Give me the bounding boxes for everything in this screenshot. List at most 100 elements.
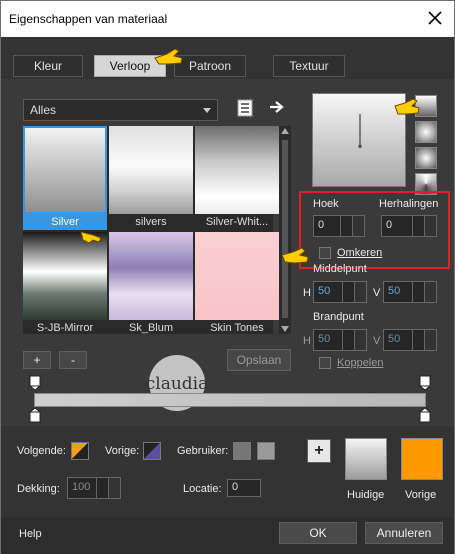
hoek-value: 0 — [318, 219, 325, 231]
spinner-arrows-icon[interactable] — [412, 216, 424, 236]
gradient-category-value: Alles — [30, 103, 57, 117]
hoek-spinner[interactable]: 0 — [313, 215, 365, 237]
gradient-item-sk-blum[interactable]: Sk_Blum — [109, 232, 193, 336]
middelpunt-v-label: V — [373, 287, 381, 299]
gradient-swatch — [25, 128, 105, 212]
gradient-label: S-JB-Mirror — [36, 322, 94, 334]
opacity-stop-icon[interactable] — [29, 407, 41, 423]
gradient-label: silvers — [135, 216, 167, 228]
gradient-item-s-jb-mirror[interactable]: S-JB-Mirror — [23, 232, 107, 336]
brandpunt-h-label: H — [303, 335, 311, 347]
rectangular-style-button[interactable] — [415, 121, 437, 143]
gebruiker-swatch-2[interactable] — [257, 442, 275, 460]
volgende-label: Volgende: — [17, 445, 66, 457]
radial-style-button[interactable] — [415, 147, 437, 169]
middelpunt-v-spinner[interactable]: 50 — [383, 281, 437, 303]
svg-text:claudia: claudia — [146, 374, 209, 394]
herhalingen-label: Herhalingen — [379, 198, 439, 210]
dekking-value: 100 — [72, 481, 91, 493]
scrollbar-thumb[interactable] — [282, 140, 288, 318]
spinner-arrows-icon[interactable] — [412, 282, 424, 302]
locatie-label: Locatie: — [183, 483, 222, 495]
scroll-down-icon[interactable] — [281, 326, 289, 332]
middelpunt-h-spinner[interactable]: 50 — [313, 281, 367, 303]
chevron-down-icon[interactable] — [424, 216, 436, 236]
vorige-gradient-swatch[interactable] — [143, 442, 161, 460]
remove-gradient-button[interactable]: - — [59, 351, 87, 369]
gradient-swatch — [109, 232, 193, 320]
brandpunt-label: Brandpunt — [313, 311, 364, 323]
gebruiker-swatch-1[interactable] — [233, 442, 251, 460]
cancel-button[interactable]: Annuleren — [365, 522, 443, 544]
koppelen-checkbox[interactable] — [319, 357, 331, 369]
vorige-swatch[interactable] — [401, 438, 443, 480]
document-list-icon[interactable] — [237, 99, 253, 117]
brandpunt-v-label: V — [373, 335, 381, 347]
dekking-spinner[interactable]: 100 — [67, 477, 121, 499]
chevron-down-icon[interactable] — [424, 330, 436, 350]
hoek-label: Hoek — [313, 198, 339, 210]
omkeren-checkbox[interactable] — [319, 247, 331, 259]
spinner-arrows-icon[interactable] — [96, 478, 108, 498]
spinner-arrows-icon[interactable] — [340, 216, 352, 236]
volgende-swatch[interactable] — [71, 442, 89, 460]
color-stop-icon[interactable] — [419, 375, 431, 391]
title-bar: Eigenschappen van materiaal — [1, 1, 454, 37]
chevron-down-icon — [203, 108, 211, 113]
tab-bar: Kleur Verloop Patroon Textuur — [1, 37, 454, 79]
tab-kleur[interactable]: Kleur — [13, 55, 83, 77]
huidige-swatch[interactable] — [345, 438, 387, 480]
vorige-label: Vorige: — [105, 445, 140, 457]
hand-pointer-icon — [80, 231, 102, 244]
help-link[interactable]: Help — [19, 528, 42, 540]
spinner-arrows-icon[interactable] — [412, 330, 424, 350]
ok-button[interactable]: OK — [279, 522, 357, 544]
gradient-item-silver-white[interactable]: Silver-Whit... — [195, 126, 279, 230]
chevron-down-icon[interactable] — [424, 282, 436, 302]
gradient-item-silver[interactable]: Silver — [23, 126, 107, 230]
gradient-list-scrollbar[interactable] — [279, 126, 291, 334]
chevron-down-icon[interactable] — [352, 216, 364, 236]
middelpunt-h-label: H — [303, 287, 311, 299]
gradient-swatch — [109, 126, 193, 214]
gradient-label: Sk_Blum — [128, 322, 174, 334]
gradient-swatch — [195, 232, 279, 320]
middelpunt-v-value: 50 — [388, 285, 401, 297]
color-stop-icon[interactable] — [29, 375, 41, 391]
tab-textuur[interactable]: Textuur — [273, 55, 345, 77]
brandpunt-h-spinner[interactable]: 50 — [313, 329, 367, 351]
huidige-label: Huidige — [347, 489, 385, 501]
gradient-preview: * — [312, 93, 406, 187]
gradient-label: Skin Tones — [210, 322, 264, 334]
koppelen-label: Koppelen — [337, 357, 384, 369]
chevron-down-icon[interactable] — [354, 330, 366, 350]
locatie-value: 0 — [232, 481, 239, 493]
gradient-item-silvers[interactable]: silvers — [109, 126, 193, 230]
gradient-item-skin-tones[interactable]: Skin Tones — [195, 232, 279, 336]
close-icon[interactable] — [426, 9, 444, 27]
material-properties-dialog: Eigenschappen van materiaal Kleur Verloo… — [0, 0, 455, 554]
gradient-category-select[interactable]: Alles — [23, 99, 218, 121]
spinner-arrows-icon[interactable] — [342, 330, 354, 350]
chevron-down-icon[interactable] — [354, 282, 366, 302]
gradient-grid: Silver silvers Silver-Whit... S-JB-Mirro… — [23, 126, 279, 336]
dekking-label: Dekking: — [17, 483, 60, 495]
locatie-field[interactable]: 0 — [227, 479, 261, 497]
hand-pointer-icon — [281, 247, 309, 264]
chevron-down-icon[interactable] — [108, 478, 120, 498]
opacity-stop-icon[interactable] — [419, 407, 431, 423]
spinner-arrows-icon[interactable] — [342, 282, 354, 302]
scroll-up-icon[interactable] — [281, 128, 289, 134]
middelpunt-label: Middelpunt — [313, 263, 367, 275]
gradient-preview-bar[interactable] — [34, 393, 426, 407]
brandpunt-v-value: 50 — [388, 333, 401, 345]
add-swatch-button[interactable]: + — [307, 439, 331, 463]
add-gradient-button[interactable]: + — [23, 351, 51, 369]
brandpunt-v-spinner[interactable]: 50 — [383, 329, 437, 351]
middelpunt-h-value: 50 — [318, 285, 331, 297]
arrow-right-icon[interactable] — [269, 100, 285, 114]
herhalingen-spinner[interactable]: 0 — [381, 215, 437, 237]
watermark-logo: claudia — [131, 351, 241, 417]
omkeren-label: Omkeren — [337, 247, 383, 259]
herhalingen-value: 0 — [386, 219, 393, 231]
